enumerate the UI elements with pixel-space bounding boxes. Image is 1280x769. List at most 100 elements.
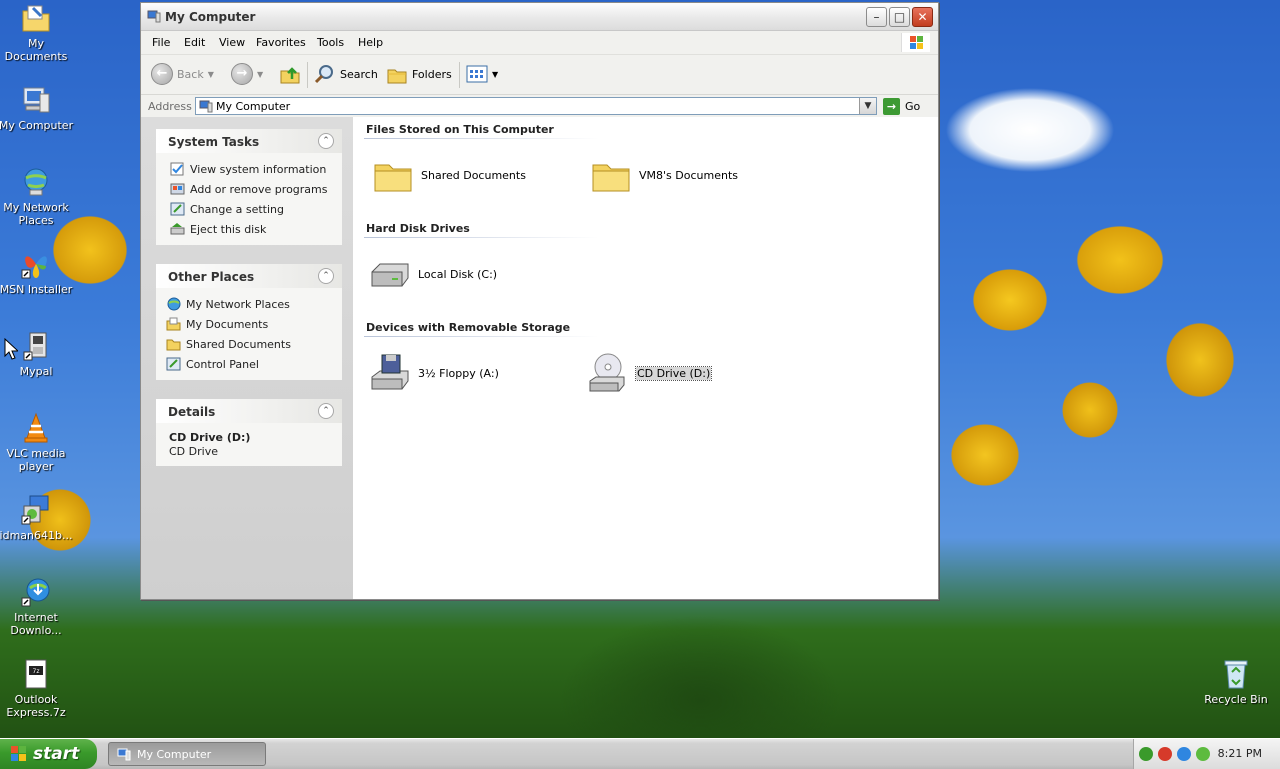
- task-add-remove-programs[interactable]: Add or remove programs: [170, 179, 332, 199]
- desktop-icon-label: MSN Installer: [0, 283, 73, 296]
- place-my-network-places[interactable]: My Network Places: [166, 294, 332, 314]
- item-floppy-a[interactable]: 3½ Floppy (A:): [368, 351, 499, 395]
- desktop-icon-label: Outlook Express.7z: [6, 693, 66, 719]
- item-cd-drive-d[interactable]: CD Drive (D:): [586, 351, 713, 395]
- network-places-icon: [167, 297, 181, 311]
- item-label: Local Disk (C:): [418, 267, 498, 281]
- item-label: Shared Documents: [421, 168, 526, 182]
- recycle-bin-icon: [1224, 660, 1248, 689]
- group-divider: [364, 336, 599, 337]
- desktop-icon-internet-download[interactable]: Internet Downlo...: [0, 576, 74, 637]
- menu-file[interactable]: File: [152, 36, 170, 49]
- search-button[interactable]: Search: [314, 62, 378, 86]
- address-label: Address: [148, 100, 192, 113]
- address-value: My Computer: [216, 100, 291, 113]
- task-label: Add or remove programs: [190, 182, 328, 196]
- desktop-icon-msn-installer[interactable]: MSN Installer: [0, 248, 74, 296]
- desktop-icon-outlook-express-7z[interactable]: 7z Outlook Express.7z: [0, 658, 74, 719]
- idm-installer-icon: [21, 495, 49, 525]
- collapse-chevron-icon[interactable]: ⌃: [318, 403, 334, 419]
- desktop-icon-label: VLC media player: [6, 447, 66, 473]
- group-divider: [364, 138, 599, 139]
- task-label: View system information: [190, 162, 327, 176]
- network-tray-icon[interactable]: [1139, 747, 1153, 761]
- group-removable-title: Devices with Removable Storage: [366, 321, 571, 334]
- item-local-disk-c[interactable]: Local Disk (C:): [368, 252, 497, 296]
- forward-arrow-icon: →: [231, 63, 253, 85]
- desktop-icon-vlc[interactable]: VLC media player: [0, 412, 74, 473]
- menu-view[interactable]: View: [219, 36, 245, 49]
- search-icon: [314, 65, 333, 84]
- address-input[interactable]: My Computer ▼: [195, 97, 877, 115]
- details-header[interactable]: Details ⌃: [156, 399, 342, 423]
- group-files-stored-title: Files Stored on This Computer: [366, 123, 554, 136]
- place-my-documents[interactable]: My Documents: [166, 314, 332, 334]
- other-places-header[interactable]: Other Places ⌃: [156, 264, 342, 288]
- collapse-chevron-icon[interactable]: ⌃: [318, 133, 334, 149]
- clock[interactable]: 8:21 PM: [1218, 747, 1262, 760]
- start-button[interactable]: start: [0, 739, 97, 769]
- close-button[interactable]: ✕: [912, 7, 933, 27]
- desktop-icon-label: My Network Places: [3, 201, 69, 227]
- item-label: VM8's Documents: [639, 168, 738, 182]
- group-hard-disks-title: Hard Disk Drives: [366, 222, 470, 235]
- go-button[interactable]: → Go: [883, 98, 920, 115]
- item-shared-documents[interactable]: Shared Documents: [371, 153, 526, 197]
- cd-drive-icon: [589, 353, 625, 392]
- desktop-icon-recycle-bin[interactable]: Recycle Bin: [1198, 658, 1274, 706]
- desktop-icon-my-network-places[interactable]: My Network Places: [0, 166, 74, 227]
- desktop-icon-idman[interactable]: idman641b...: [0, 494, 74, 542]
- task-view-system-information[interactable]: View system information: [170, 159, 332, 179]
- system-tasks-header[interactable]: System Tasks ⌃: [156, 129, 342, 153]
- desktop-icon-my-documents[interactable]: My Documents: [0, 2, 74, 63]
- desktop-icon-label: idman641b...: [0, 529, 73, 542]
- menu-edit[interactable]: Edit: [184, 36, 205, 49]
- place-shared-documents[interactable]: Shared Documents: [166, 334, 332, 354]
- chevron-down-icon: ▼: [207, 69, 214, 79]
- search-label: Search: [340, 67, 378, 81]
- address-dropdown-icon[interactable]: ▼: [859, 98, 876, 114]
- minimize-button[interactable]: –: [866, 7, 887, 27]
- place-label: Shared Documents: [186, 337, 291, 351]
- menu-favorites[interactable]: Favorites: [256, 36, 306, 49]
- chevron-down-icon: ▼: [257, 69, 264, 79]
- 7z-archive-icon: 7z: [25, 659, 47, 689]
- security-alert-icon[interactable]: [1158, 747, 1172, 761]
- go-arrow-icon: →: [883, 98, 900, 115]
- folders-icon: [387, 69, 407, 84]
- collapse-chevron-icon[interactable]: ⌃: [318, 268, 334, 284]
- maximize-button[interactable]: □: [889, 7, 910, 27]
- views-button[interactable]: ▼: [466, 62, 498, 86]
- system-info-icon: [170, 162, 184, 176]
- my-computer-icon: [23, 87, 50, 113]
- desktop-icon-label: My Documents: [4, 37, 68, 63]
- svg-text:7z: 7z: [33, 668, 40, 675]
- desktop-icon-my-computer[interactable]: My Computer: [0, 84, 74, 132]
- task-eject-disk[interactable]: Eject this disk: [170, 219, 332, 239]
- window-content: System Tasks ⌃ View system information A…: [141, 117, 938, 599]
- back-label: Back: [177, 67, 204, 81]
- download-tray-icon[interactable]: [1196, 747, 1210, 761]
- details-panel: Details ⌃ CD Drive (D:) CD Drive: [156, 399, 342, 466]
- place-control-panel[interactable]: Control Panel: [166, 354, 332, 374]
- menu-help[interactable]: Help: [358, 36, 383, 49]
- folders-button[interactable]: Folders: [386, 62, 452, 86]
- back-button[interactable]: ← Back ▼: [151, 62, 214, 86]
- item-vm8-documents[interactable]: VM8's Documents: [589, 153, 738, 197]
- desktop-icon-label: Internet Downlo...: [10, 611, 62, 637]
- place-label: Control Panel: [186, 357, 259, 371]
- menu-tools[interactable]: Tools: [317, 36, 344, 49]
- place-label: My Documents: [186, 317, 269, 331]
- windows-logo-icon: [901, 33, 930, 52]
- task-change-setting[interactable]: Change a setting: [170, 199, 332, 219]
- group-divider: [364, 237, 599, 238]
- forward-button[interactable]: → ▼: [231, 62, 263, 86]
- up-folder-button[interactable]: [279, 62, 301, 86]
- taskbar-window-button[interactable]: My Computer: [108, 742, 266, 766]
- shared-folder-icon: [166, 339, 181, 351]
- my-documents-icon: [22, 5, 50, 32]
- connection-tray-icon[interactable]: [1177, 747, 1191, 761]
- my-computer-window[interactable]: My Computer – □ ✕ File Edit View Favorit…: [140, 2, 939, 600]
- hard-disk-icon: [371, 263, 409, 287]
- title-bar[interactable]: My Computer – □ ✕: [141, 3, 938, 31]
